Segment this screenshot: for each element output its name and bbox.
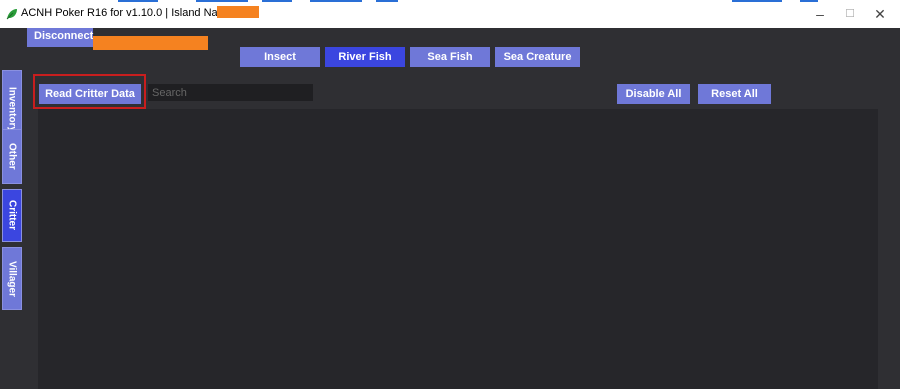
read-critter-data-button[interactable]: Read Critter Data: [39, 84, 141, 104]
window-title: ACNH Poker R16 for v1.10.0 | Island Name: [21, 7, 233, 19]
tab-critter-label: Critter: [6, 200, 18, 231]
top-edge: [0, 0, 900, 2]
search-input[interactable]: [148, 84, 313, 101]
island-name-redaction: [217, 6, 259, 18]
close-button[interactable]: ✕: [865, 4, 895, 24]
reset-all-button[interactable]: Reset All: [698, 84, 771, 104]
critter-data-grid[interactable]: [38, 109, 878, 389]
grid-scrollbar-gutter[interactable]: [878, 109, 890, 389]
tab-sea-creature[interactable]: Sea Creature: [495, 47, 580, 67]
side-tab-bar: Inventory Other Critter Villager: [0, 28, 24, 389]
disconnect-button[interactable]: Disconnect: [27, 28, 93, 47]
leaf-app-icon: [6, 9, 17, 20]
disable-all-button[interactable]: Disable All: [617, 84, 690, 104]
minimize-button[interactable]: –: [805, 4, 835, 24]
ip-address-redaction[interactable]: [93, 36, 208, 50]
window-title-bar[interactable]: ACNH Poker R16 for v1.10.0 | Island Name…: [0, 0, 900, 28]
tab-critter[interactable]: Critter: [2, 189, 22, 242]
tab-villager-label: Villager: [6, 260, 18, 297]
tab-other[interactable]: Other: [2, 129, 22, 184]
tab-other-label: Other: [6, 143, 18, 170]
tab-villager[interactable]: Villager: [2, 247, 22, 310]
tab-inventory-label: Inventory: [6, 87, 18, 133]
tab-river-fish[interactable]: River Fish: [325, 47, 405, 67]
maximize-button[interactable]: ☐: [835, 4, 865, 24]
tab-insect[interactable]: Insect: [240, 47, 320, 67]
tab-sea-fish[interactable]: Sea Fish: [410, 47, 490, 67]
app-main: Inventory Other Critter Villager Disconn…: [0, 28, 900, 389]
